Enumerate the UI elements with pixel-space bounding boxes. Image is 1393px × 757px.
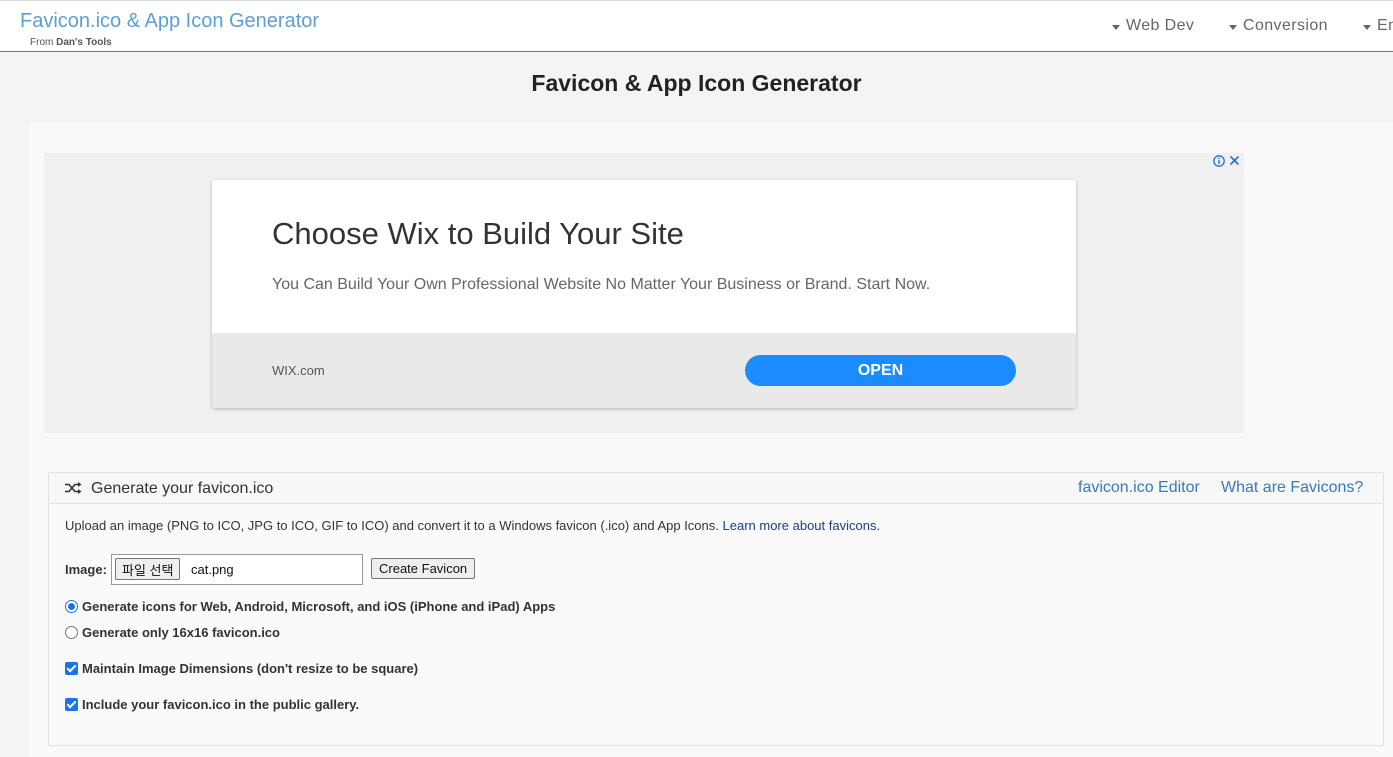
caret-down-icon xyxy=(1112,24,1120,30)
ad-choices[interactable] xyxy=(1213,155,1240,167)
intro-end: . xyxy=(876,518,881,533)
option-label: Generate icons for Web, Android, Microso… xyxy=(82,599,556,614)
nav-menu-label: Web Dev xyxy=(1126,17,1195,34)
create-favicon-button[interactable]: Create Favicon xyxy=(371,558,476,579)
favicon-generator-panel: Generate your favicon.ico favicon.ico Ed… xyxy=(48,472,1384,746)
radio-generate-all-icons[interactable] xyxy=(65,600,78,613)
page-title: Favicon & App Icon Generator xyxy=(531,70,862,96)
image-label: Image: xyxy=(65,562,107,577)
nav-menu-web-dev[interactable]: Web Dev xyxy=(1112,17,1194,35)
nav-menu-conversion[interactable]: Conversion xyxy=(1229,17,1328,35)
ad-headline[interactable]: Choose Wix to Build Your Site xyxy=(272,216,684,252)
ad-close-icon[interactable] xyxy=(1229,155,1240,166)
site-brand-link[interactable]: Favicon.ico & App Icon Generator xyxy=(20,10,319,33)
file-input[interactable]: 파일 선택 cat.png xyxy=(111,554,363,585)
nav-menu-label: En xyxy=(1377,17,1393,34)
intro-text: Upload an image (PNG to ICO, JPG to ICO,… xyxy=(65,518,880,533)
option-label: Include your favicon.ico in the public g… xyxy=(82,697,360,712)
what-are-favicons-link[interactable]: What are Favicons? xyxy=(1221,479,1363,497)
panel-title: Generate your favicon.ico xyxy=(91,480,274,497)
brand-subtitle: From Dan's Tools xyxy=(30,37,112,48)
brand-subtitle-name[interactable]: Dan's Tools xyxy=(56,37,112,48)
nav-menu-label: Conversion xyxy=(1243,17,1328,34)
ad-card[interactable]: Choose Wix to Build Your Site You Can Bu… xyxy=(212,180,1076,408)
panel-header: Generate your favicon.ico favicon.ico Ed… xyxy=(49,473,1383,504)
ad-info-icon[interactable] xyxy=(1213,155,1225,167)
option-generate-16x16[interactable]: Generate only 16x16 favicon.ico xyxy=(65,625,280,640)
caret-down-icon xyxy=(1229,24,1237,30)
ad-body-text: You Can Build Your Own Professional Webs… xyxy=(272,276,931,293)
caret-down-icon xyxy=(1363,24,1371,30)
checkbox-maintain-dimensions[interactable] xyxy=(65,662,78,675)
learn-more-link[interactable]: Learn more about favicons xyxy=(723,518,877,533)
choose-file-button[interactable]: 파일 선택 xyxy=(115,558,181,580)
favicon-editor-link[interactable]: favicon.ico Editor xyxy=(1078,479,1200,497)
option-generate-all-icons[interactable]: Generate icons for Web, Android, Microso… xyxy=(65,599,555,614)
nav-menu-en[interactable]: En xyxy=(1363,17,1393,35)
ad-open-button[interactable]: OPEN xyxy=(745,355,1016,386)
ad-footer: WIX.com OPEN xyxy=(212,333,1076,408)
intro-description: Upload an image (PNG to ICO, JPG to ICO,… xyxy=(65,518,719,533)
top-navbar: Favicon.ico & App Icon Generator From Da… xyxy=(0,0,1393,52)
selected-file-name: cat.png xyxy=(191,562,234,577)
radio-generate-16x16[interactable] xyxy=(65,626,78,639)
ad-domain: WIX.com xyxy=(272,363,325,378)
checkbox-public-gallery[interactable] xyxy=(65,698,78,711)
shuffle-icon xyxy=(65,482,82,494)
option-public-gallery[interactable]: Include your favicon.ico in the public g… xyxy=(65,697,359,712)
brand-subtitle-prefix: From xyxy=(30,37,54,48)
option-label: Maintain Image Dimensions (don't resize … xyxy=(82,661,419,676)
option-maintain-dimensions[interactable]: Maintain Image Dimensions (don't resize … xyxy=(65,661,418,676)
option-label: Generate only 16x16 favicon.ico xyxy=(82,625,280,640)
